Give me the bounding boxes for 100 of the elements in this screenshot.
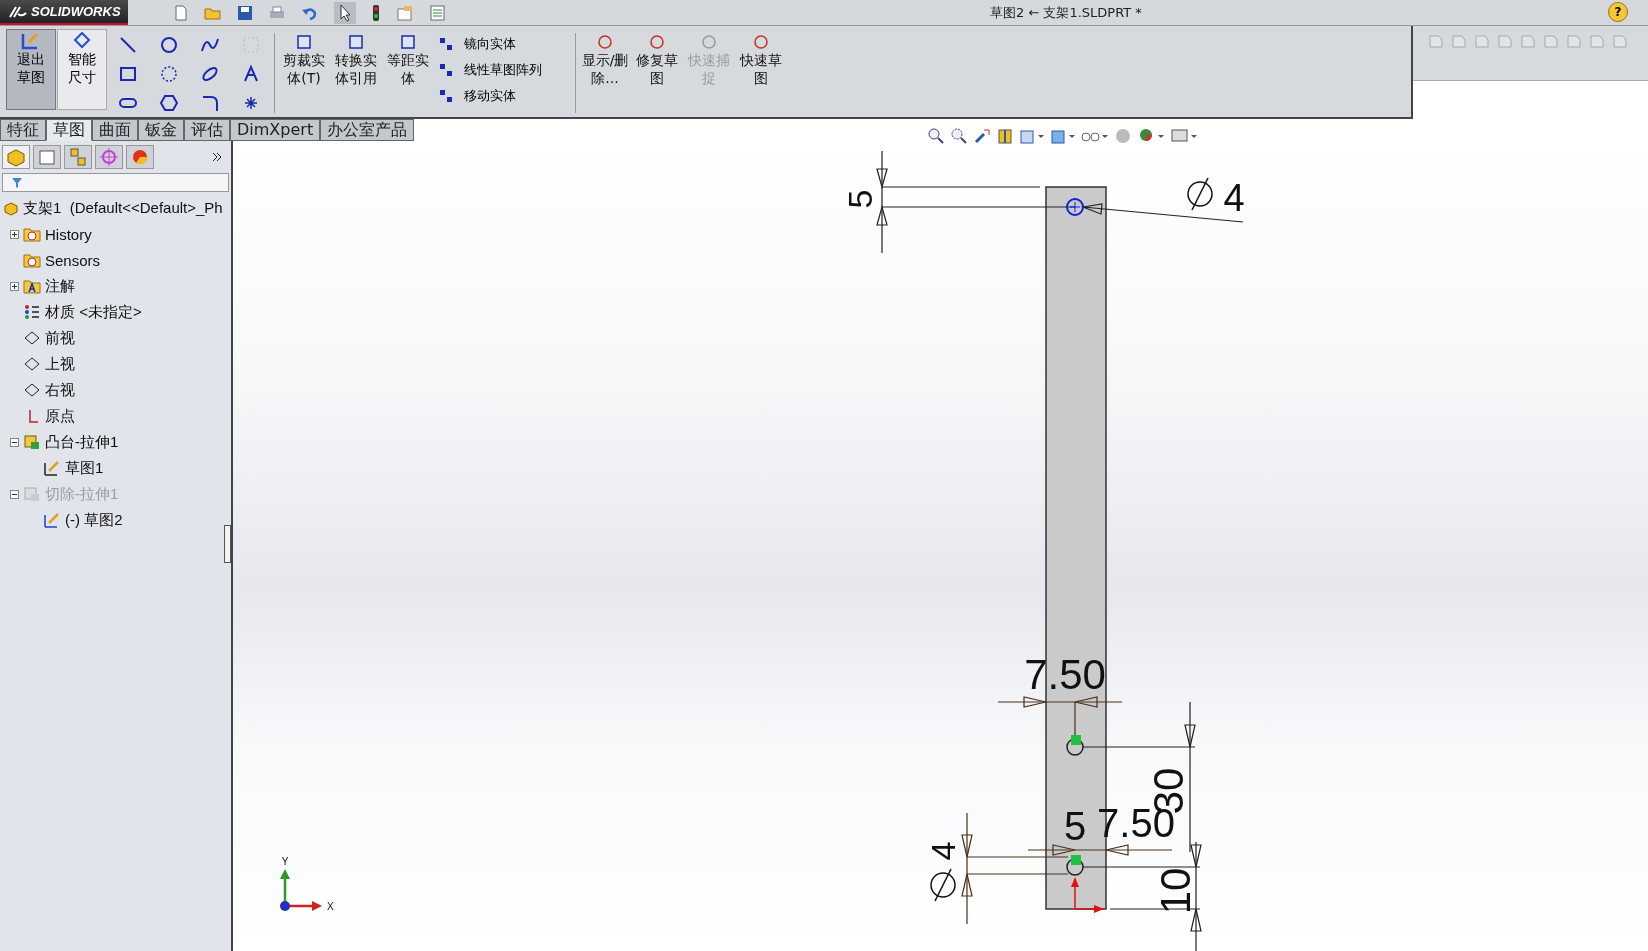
previous-view-icon[interactable] bbox=[973, 127, 991, 145]
extrude-icon bbox=[23, 434, 41, 450]
crosshair-tab-icon[interactable] bbox=[95, 145, 123, 169]
view-settings-icon[interactable] bbox=[1170, 127, 1198, 145]
tree-item[interactable]: 上视 bbox=[45, 354, 75, 374]
logo-text: SOLIDWORKS bbox=[31, 4, 121, 19]
axis-label: Y bbox=[281, 856, 289, 867]
part-icon bbox=[3, 200, 19, 216]
circle-icon[interactable] bbox=[159, 35, 179, 55]
diameter-symbol-icon bbox=[1187, 177, 1213, 211]
text-icon[interactable] bbox=[241, 64, 261, 84]
zoom-to-fit-icon[interactable] bbox=[927, 127, 945, 145]
polygon-icon[interactable] bbox=[159, 93, 179, 113]
relation-marker-icon bbox=[1071, 735, 1081, 745]
sketch-command-button[interactable]: 退出草图 bbox=[6, 29, 56, 110]
dimension-text[interactable]: 5 bbox=[841, 189, 879, 209]
tool-icon bbox=[752, 33, 770, 51]
new-file-icon[interactable] bbox=[173, 4, 189, 21]
print-icon[interactable] bbox=[268, 4, 286, 21]
command-tab[interactable]: 曲面 bbox=[92, 119, 138, 141]
sketch-command-button[interactable]: 快速草图 bbox=[735, 29, 787, 117]
plane-icon bbox=[23, 356, 41, 372]
tool-icon bbox=[295, 33, 313, 51]
display-style-icon[interactable] bbox=[1050, 127, 1076, 145]
relation-marker-icon bbox=[1071, 855, 1081, 865]
tool-icon bbox=[438, 88, 454, 104]
diameter-symbol-icon bbox=[930, 868, 956, 902]
options-list-icon[interactable] bbox=[429, 4, 447, 21]
sketch-command-button[interactable]: 剪裁实体(T) bbox=[278, 29, 330, 117]
section-view-icon[interactable] bbox=[996, 127, 1014, 145]
expand-chevron-icon[interactable] bbox=[211, 151, 223, 163]
sketch-command-button[interactable]: 等距实体 bbox=[382, 29, 434, 117]
tree-item[interactable]: 材质 <未指定> bbox=[45, 302, 142, 322]
save-icon[interactable] bbox=[237, 4, 253, 21]
tool-icon bbox=[438, 36, 454, 52]
dimension-arrowhead bbox=[1052, 844, 1076, 856]
exit-sketch-icon bbox=[21, 32, 41, 50]
sketch-command-button[interactable]: 显示/删除... bbox=[579, 29, 631, 117]
line-icon[interactable] bbox=[118, 35, 138, 55]
appearance-tab-icon[interactable] bbox=[126, 145, 154, 169]
expand-toggle-icon[interactable] bbox=[10, 489, 19, 499]
zoom-area-icon[interactable] bbox=[950, 127, 968, 145]
help-button[interactable]: ? bbox=[1608, 2, 1628, 22]
ds-logo-icon bbox=[8, 4, 28, 19]
dimension-text[interactable]: 10 bbox=[1151, 867, 1199, 915]
tool-icon bbox=[399, 33, 417, 51]
view-orientation-icon[interactable] bbox=[1019, 127, 1045, 145]
tree-item[interactable]: 原点 bbox=[45, 406, 75, 426]
feature-manager-tab-icon[interactable] bbox=[2, 145, 30, 169]
fillet-icon[interactable] bbox=[200, 93, 220, 113]
hole-circle bbox=[1066, 198, 1084, 216]
window-title: 草图2 ← 支架1.SLDPRT * bbox=[990, 4, 1142, 22]
panel-collapse-handle[interactable] bbox=[224, 525, 231, 563]
plane-icon bbox=[23, 330, 41, 346]
command-tab[interactable]: 特征 bbox=[0, 119, 46, 141]
dimension-arrowhead bbox=[1105, 844, 1129, 856]
sketch-tool-item[interactable]: 镜向实体 bbox=[438, 35, 558, 53]
tree-item[interactable]: Sensors bbox=[45, 251, 101, 269]
expand-toggle-icon[interactable] bbox=[10, 281, 19, 291]
arc-icon[interactable] bbox=[159, 64, 179, 84]
command-tab[interactable]: 办公室产品 bbox=[320, 119, 415, 141]
dimension-text[interactable]: 4 bbox=[1223, 177, 1245, 219]
dimension-icon bbox=[72, 32, 92, 50]
tool-icon bbox=[596, 33, 614, 51]
sketch-tool-item[interactable]: 线性草图阵列 bbox=[438, 61, 558, 79]
expand-toggle-icon[interactable] bbox=[10, 229, 19, 239]
ellipse-icon[interactable] bbox=[200, 64, 220, 84]
tree-item[interactable]: 凸台-拉伸1 bbox=[45, 432, 119, 452]
tree-item[interactable]: History bbox=[45, 225, 92, 243]
traffic-light-icon[interactable] bbox=[371, 3, 381, 22]
tree-item[interactable]: 右视 bbox=[45, 380, 75, 400]
sketch-command-button[interactable]: 修复草图 bbox=[631, 29, 683, 117]
tool-icon bbox=[648, 33, 666, 51]
sketch-command-button[interactable]: 转换实体引用 bbox=[330, 29, 382, 117]
rectangle-icon[interactable] bbox=[118, 64, 138, 84]
tree-item[interactable]: 注解 bbox=[45, 276, 75, 296]
tree-item[interactable]: 前视 bbox=[45, 328, 75, 348]
dimension-text[interactable]: 5 bbox=[1063, 804, 1087, 848]
history-icon bbox=[23, 226, 41, 242]
sensors-icon bbox=[23, 252, 41, 268]
expand-toggle-icon[interactable] bbox=[10, 437, 19, 447]
axis-triad-drawing bbox=[280, 869, 322, 911]
property-manager-tab-icon[interactable] bbox=[33, 145, 61, 169]
axis-label: X bbox=[327, 901, 334, 912]
dimension-arrowhead bbox=[1184, 724, 1196, 748]
command-tab[interactable]: 评估 bbox=[184, 119, 230, 141]
sketch-command-button[interactable]: 智能尺寸 bbox=[57, 29, 107, 110]
command-tab[interactable]: DimXpert bbox=[230, 119, 321, 141]
tree-item[interactable]: (-) 草图2 bbox=[65, 510, 123, 530]
dimension-text[interactable]: 4 bbox=[924, 841, 962, 861]
tool-icon bbox=[347, 33, 365, 51]
command-tab[interactable]: 钣金 bbox=[138, 119, 184, 141]
annotations-icon bbox=[23, 278, 41, 294]
material-icon bbox=[23, 304, 41, 320]
sketch-tool-item[interactable]: 移动实体 bbox=[438, 87, 558, 105]
tree-item[interactable]: 支架1 (Default<<Default>_Ph bbox=[0, 195, 231, 221]
command-tab[interactable]: 草图 bbox=[46, 119, 92, 141]
filter-field[interactable] bbox=[2, 173, 229, 192]
tree-item[interactable]: 草图1 bbox=[65, 458, 104, 478]
select-cursor-icon[interactable] bbox=[334, 1, 356, 24]
